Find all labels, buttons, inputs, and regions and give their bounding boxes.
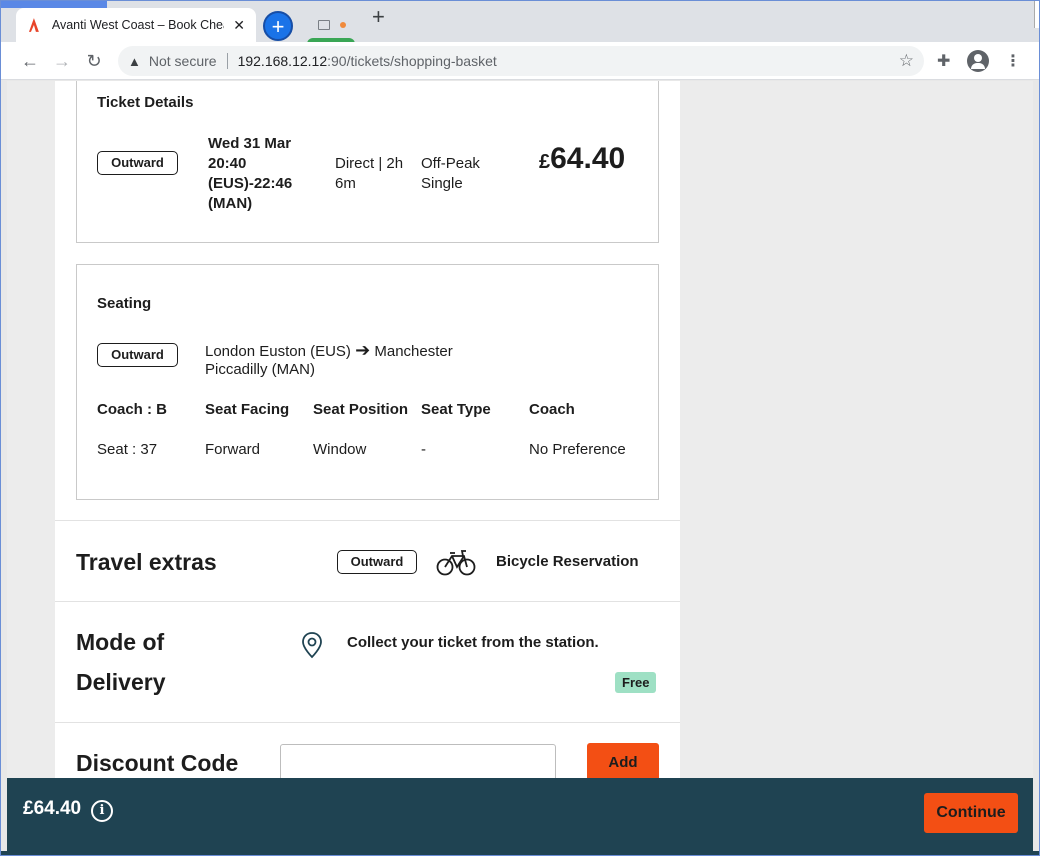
bookmark-star-icon[interactable]: ☆ xyxy=(899,51,914,71)
from-station: London Euston (EUS) xyxy=(205,343,351,360)
back-arrow-icon[interactable]: ← xyxy=(19,50,41,72)
seat-number: Seat : 37 xyxy=(97,441,158,458)
basket-footer-bar: £64.40 i Continue xyxy=(7,778,1033,851)
forward-arrow-icon[interactable]: → xyxy=(51,50,73,72)
notification-dot-icon xyxy=(340,22,346,28)
window-bottom-edge xyxy=(0,851,1040,856)
tab-inactive[interactable] xyxy=(304,8,358,42)
new-tab-button[interactable]: + xyxy=(372,4,385,30)
seat-col-facing: Seat Facing xyxy=(205,401,290,418)
address-bar[interactable]: ▲ Not secure 192.168.12.12:90/tickets/sh… xyxy=(118,46,924,76)
journey-stations: (EUS)-22:46 xyxy=(208,175,293,192)
section-divider xyxy=(55,722,680,723)
bicycle-icon xyxy=(436,550,476,576)
extensions-puzzle-icon[interactable]: ✚ xyxy=(937,51,950,71)
journey-date: Wed 31 Mar xyxy=(208,135,292,152)
seat-col-type: Seat Type xyxy=(421,401,491,418)
basket-total: £64.40 xyxy=(23,798,82,819)
tab-strip: Avanti West Coast – Book Cheap ✕ + + xyxy=(0,0,1040,44)
ticket-details-heading: Ticket Details xyxy=(97,94,194,111)
delivery-title-line2: Delivery xyxy=(76,669,166,695)
direction-badge: Outward xyxy=(97,151,178,175)
warning-triangle-icon: ▲ xyxy=(128,53,141,69)
route-type: Direct | 2h xyxy=(335,155,404,172)
info-icon[interactable]: i xyxy=(91,800,113,822)
page-viewport: Ticket Details Outward Wed 31 Mar 20:40 … xyxy=(7,81,1033,778)
profile-avatar-icon[interactable] xyxy=(967,50,989,72)
menu-kebab-icon[interactable]: ⋮ xyxy=(1005,51,1021,71)
seat-type-value: - xyxy=(421,441,426,458)
travel-extras-title: Travel extras xyxy=(76,549,217,575)
avanti-logo-icon xyxy=(28,18,39,32)
continue-button[interactable]: Continue xyxy=(924,793,1018,833)
section-divider xyxy=(55,601,680,602)
monitor-icon xyxy=(318,20,330,30)
coach-pref-value: No Preference xyxy=(529,441,626,458)
to-station: Manchester xyxy=(374,343,453,360)
new-tab-plus-icon[interactable]: + xyxy=(263,11,293,41)
free-badge: Free xyxy=(615,672,657,693)
close-tab-icon[interactable]: ✕ xyxy=(232,17,246,34)
seat-col-position: Seat Position xyxy=(313,401,409,418)
add-discount-button[interactable]: Add xyxy=(587,743,659,778)
extras-direction-badge: Outward xyxy=(337,550,417,574)
url-text[interactable]: 192.168.12.12:90/tickets/shopping-basket xyxy=(238,53,497,69)
tab-title: Avanti West Coast – Book Cheap xyxy=(51,18,225,32)
seating-heading: Seating xyxy=(97,295,152,312)
route-duration: 6m xyxy=(335,175,356,192)
tab-active[interactable]: Avanti West Coast – Book Cheap ✕ xyxy=(16,8,256,42)
price-value: 64.40 xyxy=(550,142,626,175)
seat-col-coach-pref: Coach xyxy=(529,401,575,418)
address-separator xyxy=(226,53,228,69)
extras-item: Bicycle Reservation xyxy=(496,553,639,570)
browser-toolbar: ← → ↻ ▲ Not secure 192.168.12.12:90/tick… xyxy=(0,42,1040,80)
journey-arrive-station: (MAN) xyxy=(208,195,253,212)
seat-facing-value: Forward xyxy=(205,441,261,458)
window-edge xyxy=(0,0,107,8)
route-arrow-icon: ➔ xyxy=(355,340,371,360)
seat-col-coach: Coach : B xyxy=(97,401,168,418)
security-label[interactable]: Not secure xyxy=(149,53,217,69)
url-path: :90/tickets/shopping-basket xyxy=(327,53,497,69)
delivery-title-line1: Mode of xyxy=(76,629,165,655)
ticket-details-card: Ticket Details Outward Wed 31 Mar 20:40 … xyxy=(76,81,659,243)
discount-title: Discount Code xyxy=(76,750,239,776)
journey-depart-time: 20:40 xyxy=(208,155,247,172)
delivery-description: Collect your ticket from the station. xyxy=(347,634,599,651)
seating-direction-badge: Outward xyxy=(97,343,178,367)
url-host: 192.168.12.12 xyxy=(237,53,328,69)
seat-position-value: Window xyxy=(313,441,367,458)
to-station-line2: Piccadilly (MAN) xyxy=(205,361,316,378)
price-symbol: £ xyxy=(539,151,551,173)
window-right-edge xyxy=(1034,0,1040,28)
discount-code-input[interactable] xyxy=(280,744,556,778)
fare-type: Off-Peak xyxy=(421,155,480,172)
reload-icon[interactable]: ↻ xyxy=(83,50,105,72)
fare-single: Single xyxy=(421,175,463,192)
location-pin-icon xyxy=(302,632,322,659)
section-divider xyxy=(55,520,680,521)
ticket-price: £64.40 xyxy=(539,142,625,176)
basket-panel: Ticket Details Outward Wed 31 Mar 20:40 … xyxy=(55,81,680,778)
seating-card: Seating Outward London Euston (EUS) ➔ Ma… xyxy=(76,264,659,500)
seating-route-from: London Euston (EUS) ➔ Manchester xyxy=(205,340,453,362)
